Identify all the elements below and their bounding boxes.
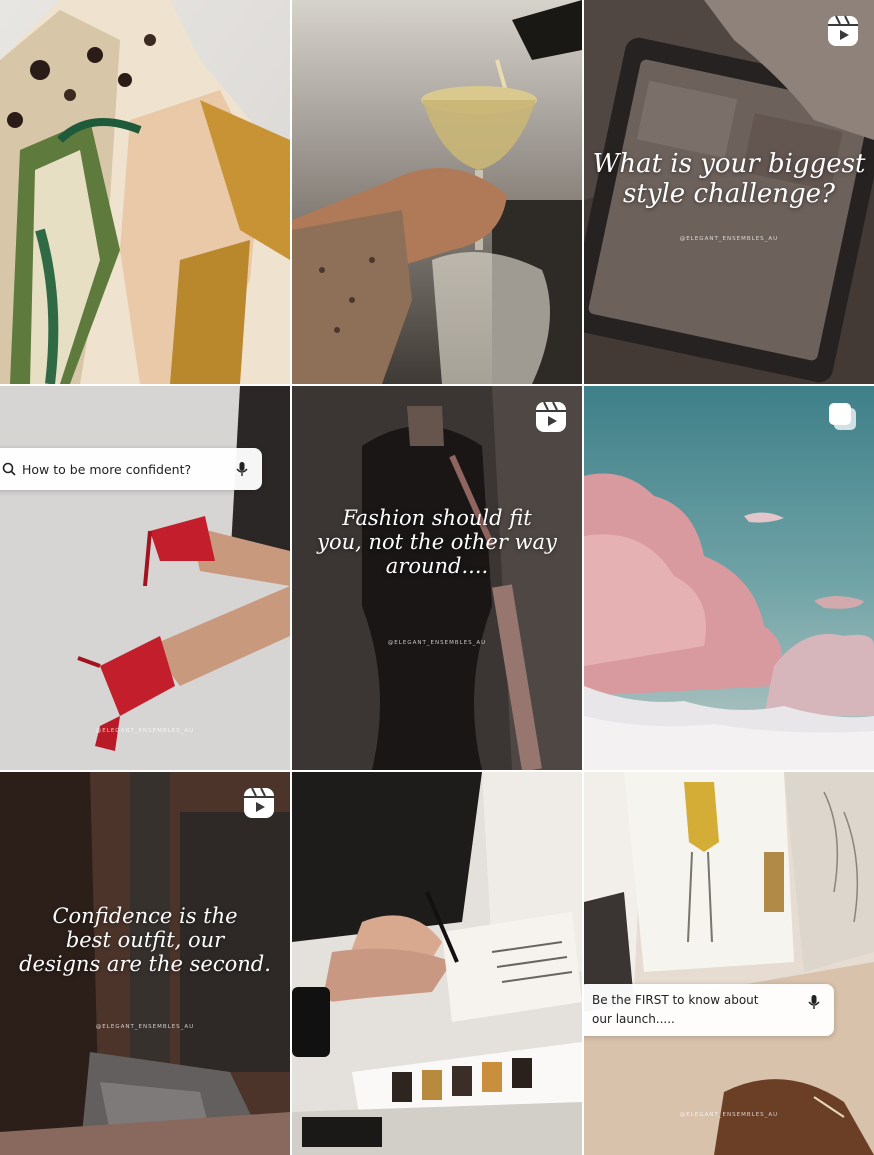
post-grid: What is your biggest style challenge? @E… — [0, 0, 874, 1155]
account-handle: @ELEGANT_ENSEMBLES_AU — [95, 1024, 195, 1030]
quote-line: Confidence is the — [52, 904, 238, 928]
grid-post-sewing-machine[interactable]: Confidence is the best outfit, our desig… — [0, 772, 290, 1155]
account-handle: @ELEGANT_ENSEMBLES_AU — [95, 728, 195, 734]
search-bar: How to be more confident? — [0, 448, 262, 490]
quote-text: What is your biggest style challenge? — [584, 149, 874, 210]
reel-icon — [534, 400, 568, 434]
sketches-photo — [584, 772, 874, 1155]
grid-post-sketching[interactable] — [292, 772, 582, 1155]
quote-line: Fashion should fit — [342, 506, 532, 530]
quote-line: around.... — [385, 554, 489, 579]
search-bar: Be the FIRST to know about our launch...… — [584, 984, 834, 1036]
quote-text: Fashion should fit you, not the other wa… — [292, 506, 582, 578]
champagne-photo — [292, 0, 582, 384]
account-handle: @ELEGANT_ENSEMBLES_AU — [679, 236, 779, 242]
reel-icon — [242, 786, 276, 820]
microphone-icon — [808, 994, 820, 1010]
quote-line: best outfit, our — [65, 928, 225, 953]
quote-line: What is your biggest — [592, 149, 866, 179]
search-text: Be the FIRST to know about our launch...… — [592, 991, 800, 1028]
account-handle: @ELEGANT_ENSEMBLES_AU — [679, 1112, 779, 1118]
carousel-icon — [826, 400, 860, 434]
grid-post-style-challenge[interactable]: What is your biggest style challenge? @E… — [584, 0, 874, 384]
heels-photo — [0, 386, 290, 770]
grid-post-champagne[interactable] — [292, 0, 582, 384]
search-icon — [2, 462, 16, 476]
search-line: our launch..... — [592, 1012, 675, 1026]
account-handle: @ELEGANT_ENSEMBLES_AU — [387, 640, 487, 646]
search-line: Be the FIRST to know about — [592, 993, 759, 1008]
grid-post-dress-form[interactable]: Fashion should fit you, not the other wa… — [292, 386, 582, 770]
clouds-photo — [584, 386, 874, 770]
quote-line: style challenge? — [623, 178, 835, 209]
search-text: How to be more confident? — [22, 461, 192, 477]
grid-post-red-heels[interactable]: How to be more confident? @ELEGANT_ENSEM… — [0, 386, 290, 770]
quote-text: Confidence is the best outfit, our desig… — [0, 904, 290, 976]
grid-post-scarf[interactable] — [0, 0, 290, 384]
reel-icon — [826, 14, 860, 48]
grid-post-pink-clouds[interactable] — [584, 386, 874, 770]
quote-line: you, not the other way — [317, 530, 557, 555]
quote-line: designs are the second. — [19, 952, 271, 977]
microphone-icon — [236, 461, 248, 477]
scarf-photo — [0, 0, 290, 384]
grid-post-fashion-sketches[interactable]: Be the FIRST to know about our launch...… — [584, 772, 874, 1155]
notebook-photo — [292, 772, 582, 1155]
